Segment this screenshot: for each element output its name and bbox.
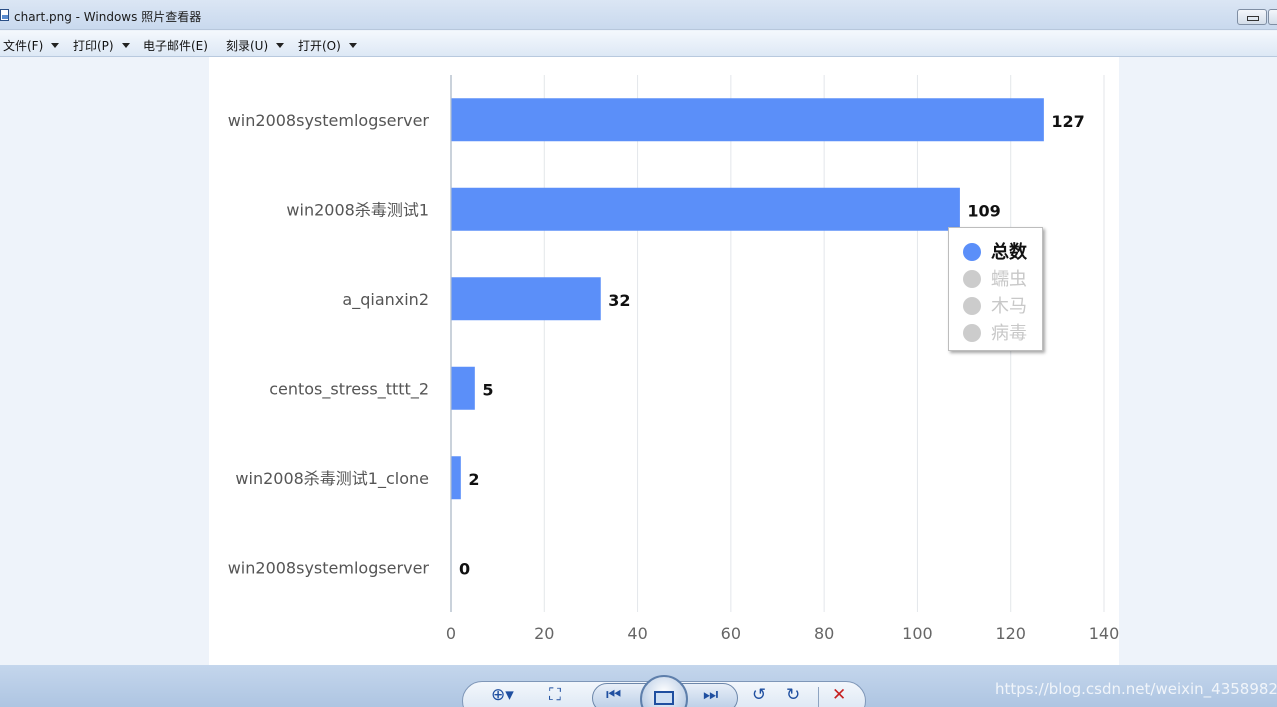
toolbar-separator: [818, 687, 819, 707]
data-label: 32: [608, 291, 630, 310]
menu-open-label: 打开(O): [298, 39, 341, 53]
next-icon[interactable]: ⏭: [703, 685, 718, 705]
legend-item-total[interactable]: 总数: [963, 238, 1027, 263]
chart-legend: 总数 蠕虫 木马 病毒: [948, 227, 1043, 351]
menu-open[interactable]: 打开(O): [298, 37, 357, 54]
category-label: centos_stress_tttt_2: [269, 379, 429, 399]
menu-bar: 文件(F) 打印(P) 电子邮件(E) 刻录(U) 打开(O): [0, 31, 1277, 57]
photo-viewer-icon: [0, 9, 9, 21]
rotate-left-icon[interactable]: ↺: [752, 685, 766, 705]
legend-label: 总数: [991, 242, 1027, 263]
bar: [451, 277, 601, 321]
data-label: 0: [459, 559, 470, 578]
x-tick-label: 60: [721, 624, 741, 643]
legend-label: 木马: [991, 296, 1027, 317]
x-tick-label: 40: [627, 624, 647, 643]
x-tick-label: 120: [995, 624, 1026, 643]
chevron-down-icon: [51, 43, 60, 48]
menu-print-label: 打印(P): [73, 39, 114, 53]
x-tick-label: 140: [1089, 624, 1119, 643]
bar-chart: 0 20 40 60 80 100 120 140win2008systemlogserver…: [228, 75, 1119, 643]
menu-email-label: 电子邮件(E): [143, 39, 208, 53]
previous-icon[interactable]: ⏮: [606, 685, 621, 705]
slideshow-button[interactable]: [640, 675, 688, 707]
menu-file-label: 文件(F): [3, 39, 44, 53]
legend-marker: [963, 297, 981, 315]
menu-burn[interactable]: 刻录(U): [226, 37, 285, 54]
x-tick-label: 0: [446, 624, 456, 643]
window-title: chart.png - Windows 照片查看器: [14, 10, 202, 24]
viewer-control-bar: ⊕▾ ⛶ ⏮ ⏭ ↺ ↻ ✕ https://blog.csdn.net/wei…: [0, 665, 1277, 707]
x-tick-label: 80: [814, 624, 834, 643]
legend-marker: [963, 243, 981, 261]
legend-item-worm[interactable]: 蠕虫: [963, 265, 1027, 290]
chevron-down-icon: [121, 43, 130, 48]
bar: [451, 187, 960, 231]
legend-item-trojan[interactable]: 木马: [963, 292, 1027, 317]
legend-label: 病毒: [991, 323, 1027, 344]
x-tick-label: 20: [534, 624, 554, 643]
category-label: a_qianxin2: [342, 290, 429, 310]
minimize-button[interactable]: [1237, 9, 1267, 25]
category-label: win2008杀毒测试1_clone: [235, 469, 429, 489]
menu-print[interactable]: 打印(P): [73, 37, 130, 54]
chevron-down-icon: [276, 43, 285, 48]
category-label: win2008systemlogserver: [228, 558, 430, 577]
slideshow-icon: [654, 691, 674, 705]
bar: [451, 456, 461, 500]
zoom-icon[interactable]: ⊕▾: [491, 685, 514, 705]
legend-label: 蠕虫: [991, 269, 1027, 290]
category-label: win2008杀毒测试1: [286, 200, 429, 219]
actual-size-icon[interactable]: ⛶: [549, 685, 561, 705]
maximize-button[interactable]: [1268, 9, 1277, 25]
displayed-image: 0 20 40 60 80 100 120 140 win2008systemlogserver…: [209, 57, 1119, 665]
legend-item-virus[interactable]: 病毒: [963, 319, 1027, 344]
legend-marker: [963, 324, 981, 342]
menu-burn-label: 刻录(U): [226, 39, 269, 53]
data-label: 2: [468, 470, 479, 489]
category-label: win2008systemlogserver: [228, 111, 430, 130]
data-label: 5: [482, 380, 493, 399]
image-viewport[interactable]: 0 20 40 60 80 100 120 140 win2008systemlogserver…: [0, 57, 1277, 665]
delete-icon[interactable]: ✕: [832, 685, 846, 705]
watermark-text: https://blog.csdn.net/weixin_43589827: [995, 680, 1277, 698]
bar: [451, 98, 1044, 142]
x-tick-label: 100: [902, 624, 933, 643]
bar: [451, 366, 475, 410]
window-titlebar: chart.png - Windows 照片查看器: [0, 0, 1277, 30]
data-label: 127: [1051, 112, 1084, 131]
data-label: 109: [967, 201, 1000, 220]
legend-marker: [963, 270, 981, 288]
menu-email[interactable]: 电子邮件(E): [143, 37, 208, 54]
chevron-down-icon: [348, 43, 357, 48]
rotate-right-icon[interactable]: ↻: [786, 685, 800, 705]
menu-file[interactable]: 文件(F): [3, 37, 60, 54]
